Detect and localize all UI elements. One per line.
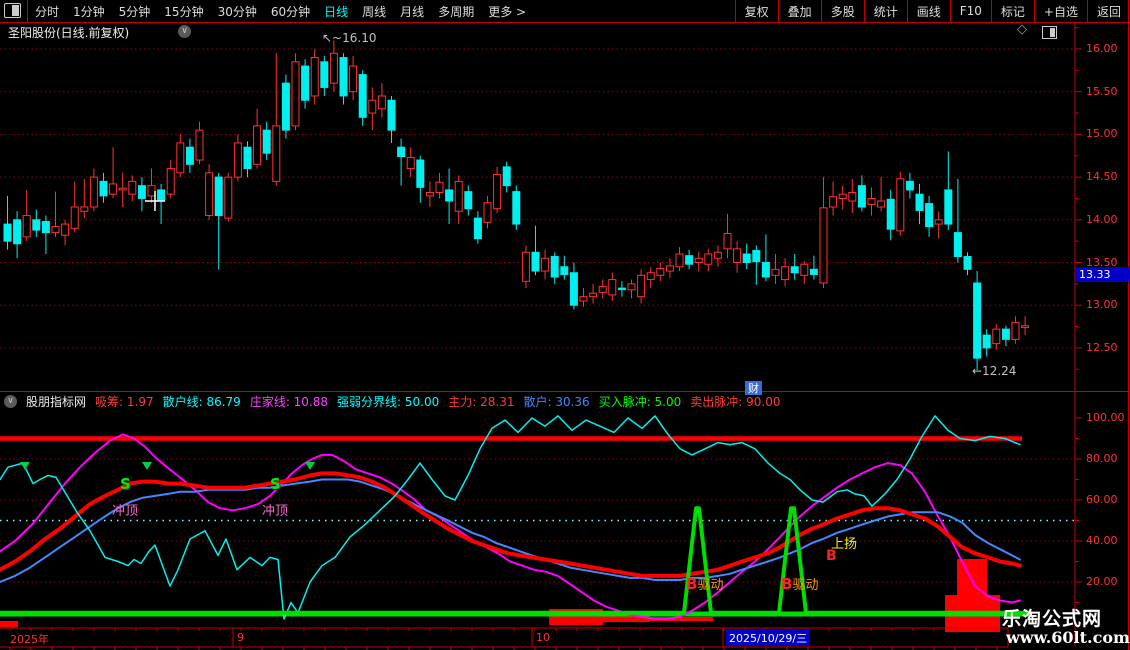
b-signal: B [781,575,793,593]
axis-year-label: 2025年 [10,633,49,646]
indicator-field-6: 买入脉冲: 5.00 [598,395,682,409]
price-axis-label: 15.50 [1086,84,1118,98]
price-axis-label: 12.50 [1086,340,1118,354]
last-price-badge: 13.33 [1076,267,1130,282]
indicator-field-0: 吸筹: 1.97 [95,395,154,409]
b-qudong-label: B驱动 [686,574,723,593]
b-qudong-label: B驱动 [781,574,818,593]
app-window: 分时 1分钟 5分钟 15分钟 30分钟 60分钟 日线 周线 月线 多周期 更多 > 复权 叠加 多股… [0,0,1130,650]
price-axis-label: 16.00 [1086,42,1118,55]
qudong-text: 驱动 [697,578,724,593]
b-signal: B [686,575,698,593]
s-signal-label: S [270,475,281,493]
indicator-axis-label: 80.00 [1086,452,1118,465]
high-price-annotation: ↖~16.10 [322,31,377,45]
chongding-label: 冲顶 [262,504,289,519]
price-axis-label: 14.00 [1086,212,1118,226]
indicator-source[interactable]: 股朋指标网 [26,393,86,410]
indicator-header: ∨ 股朋指标网 吸筹: 1.97 散户线: 86.79 庄家线: 10.88 强弱分界… [4,393,780,410]
watermark-site-name: 乐淘公式网 [1002,608,1103,630]
qudong-text: 驱动 [792,578,819,593]
month-label: 9 [237,631,244,644]
indicator-field-5: 散户: 30.36 [523,395,590,409]
chart-svg[interactable] [0,0,1130,650]
watermark-site-url: www.60lt.com [1006,628,1130,647]
indicator-field-1: 散户线: 86.79 [162,395,241,409]
price-axis-label: 15.00 [1086,127,1118,141]
indicator-field-4: 主力: 28.31 [448,395,515,409]
indicator-field-2: 庄家线: 10.88 [249,395,329,409]
indicator-axis-label: 40.00 [1086,534,1118,547]
price-axis-label: 14.50 [1086,170,1118,184]
indicator-axis-label: 20.00 [1086,575,1118,588]
chart-canvas[interactable] [0,0,1130,650]
indicator-axis-label: 60.00 [1086,493,1118,506]
month-label: 10 [536,631,550,644]
chongding-label: 冲顶 [112,504,139,519]
indicator-field-3: 强弱分界线: 50.00 [337,395,440,409]
price-axis-label: 13.00 [1086,298,1118,312]
indicator-values: 吸筹: 1.97 散户线: 86.79 庄家线: 10.88 强弱分界线: 50.00… [95,393,780,410]
indicator-axis-label: 100.00 [1086,411,1125,424]
low-price-annotation: ←12.24 [972,364,1017,378]
collapse-indicator-icon[interactable]: ∨ [4,395,17,408]
s-signal-label: S [120,475,131,493]
indicator-field-7: 卖出脉冲: 90.00 [690,395,781,409]
current-date-badge: 2025/10/29/三 [726,629,811,646]
b-signal-label: B [826,548,837,564]
